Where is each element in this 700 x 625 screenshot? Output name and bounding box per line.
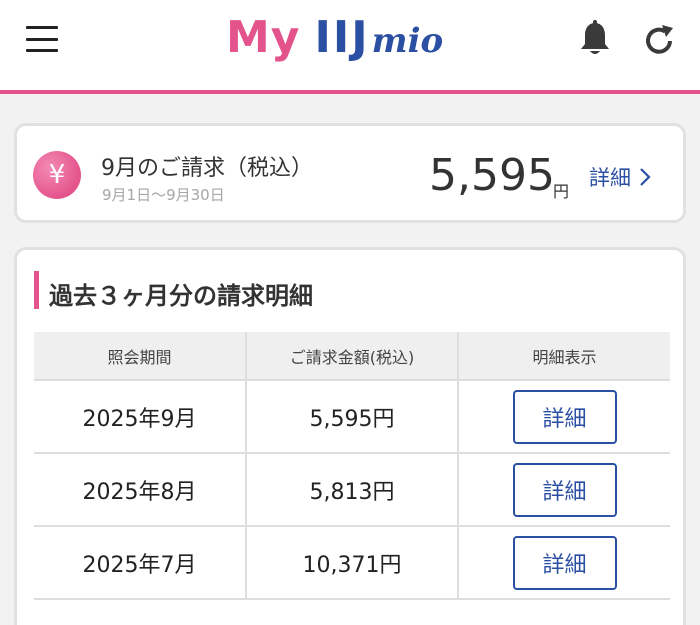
row-amount: 10,371円: [246, 525, 459, 600]
row-action-cell: 詳細: [458, 525, 670, 600]
bill-title: 9月のご請求（税込）: [101, 156, 313, 181]
hamburger-menu-icon[interactable]: [26, 26, 60, 52]
detail-button[interactable]: 詳細: [512, 535, 617, 590]
chevron-right-icon: [640, 168, 651, 186]
yen-icon: ¥: [33, 151, 81, 199]
billing-history-table: 照会期間 ご請求金額(税込) 明細表示 2025年9月 5,595円 詳細 20…: [34, 332, 670, 600]
column-header-period: 照会期間: [34, 332, 247, 380]
section-title-accent: [34, 271, 39, 309]
logo-mio-text: mio: [371, 21, 444, 61]
bill-detail-label: 詳細: [589, 166, 631, 190]
bill-currency: 円: [553, 182, 570, 201]
column-header-detail: 明細表示: [458, 332, 670, 380]
app-header: My IIJ mio: [0, 0, 700, 94]
detail-button[interactable]: 詳細: [512, 462, 617, 517]
bill-detail-link[interactable]: 詳細: [589, 162, 651, 192]
table-row: 2025年7月 10,371円 詳細: [34, 525, 670, 600]
table-row: 2025年9月 5,595円 詳細: [34, 379, 670, 453]
bell-icon[interactable]: [578, 20, 612, 58]
logo-my-text: My: [226, 12, 301, 63]
refresh-icon[interactable]: [640, 22, 678, 60]
billing-history-card: 過去３ヶ月分の請求明細 照会期間 ご請求金額(税込) 明細表示 2025年9月 …: [14, 247, 686, 625]
logo-iij-text: IIJ: [314, 12, 370, 63]
row-period: 2025年9月: [34, 379, 247, 453]
section-title: 過去３ヶ月分の請求明細: [49, 282, 313, 310]
row-action-cell: 詳細: [458, 379, 670, 453]
detail-button[interactable]: 詳細: [512, 389, 617, 444]
row-amount: 5,595円: [246, 379, 459, 453]
row-period: 2025年7月: [34, 525, 247, 600]
bill-period: 9月1日～9月30日: [102, 186, 225, 204]
row-amount: 5,813円: [246, 452, 459, 526]
row-period: 2025年8月: [34, 452, 247, 526]
row-action-cell: 詳細: [458, 452, 670, 526]
current-bill-card: ¥ 9月のご請求（税込） 9月1日～9月30日 5,595 円 詳細: [14, 123, 686, 223]
column-header-amount: ご請求金額(税込): [246, 332, 459, 380]
table-header-row: 照会期間 ご請求金額(税込) 明細表示: [34, 332, 670, 380]
bill-amount: 5,595: [429, 150, 555, 201]
app-logo[interactable]: My IIJ mio: [226, 12, 443, 72]
table-row: 2025年8月 5,813円 詳細: [34, 452, 670, 526]
